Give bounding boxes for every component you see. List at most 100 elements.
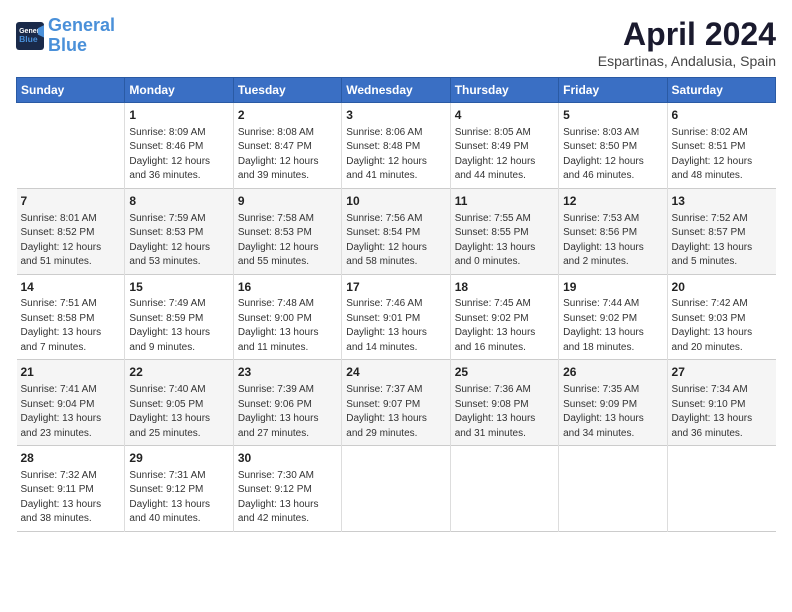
svg-text:Blue: Blue [19,34,38,44]
day-number: 27 [672,364,772,381]
day-content: Sunrise: 7:51 AM Sunset: 8:58 PM Dayligh… [21,297,121,355]
calendar-cell: 19Sunrise: 7:44 AM Sunset: 9:02 PM Dayli… [559,274,667,360]
logo: General Blue General Blue [16,16,115,56]
calendar-cell: 30 Sunrise: 7:30 AM Sunset: 9:12 PM Dayli… [233,446,341,532]
day-content: Sunrise: 7:52 AM Sunset: 8:57 PM Dayligh… [672,212,772,270]
day-number: 7 [21,193,121,210]
logo-icon: General Blue [16,22,44,50]
day-number: 24 [346,364,445,381]
day-number: 10 [346,193,445,210]
week-row-2: 7 Sunrise: 8:01 AM Sunset: 8:52 PM Daylig… [17,188,776,274]
day-number: 20 [672,279,772,296]
calendar-cell: 28 Sunrise: 7:32 AM Sunset: 9:11 PM Dayli… [17,446,125,532]
day-content: Sunrise: 7:36 AM Sunset: 9:08 PM Dayligh… [455,383,554,441]
day-number: 12 [563,193,662,210]
title-block: April 2024 Espartinas, Andalusia, Spain [598,16,776,69]
main-title: April 2024 [598,16,776,53]
day-content: Sunrise: 8:05 AM Sunset: 8:49 PM Dayligh… [455,126,554,184]
day-content: Sunrise: 7:42 AM Sunset: 9:03 PM Dayligh… [672,297,772,355]
day-content: Sunrise: 7:56 AM Sunset: 8:54 PM Dayligh… [346,212,445,270]
day-number: 3 [346,107,445,124]
header-row: SundayMondayTuesdayWednesdayThursdayFrid… [17,78,776,103]
day-content: Sunrise: 7:40 AM Sunset: 9:05 PM Dayligh… [129,383,228,441]
calendar-cell: 4 Sunrise: 8:05 AM Sunset: 8:49 PM Daylig… [450,103,558,189]
day-content: Sunrise: 7:39 AM Sunset: 9:06 PM Dayligh… [238,383,337,441]
calendar-cell: 1 Sunrise: 8:09 AM Sunset: 8:46 PM Daylig… [125,103,233,189]
day-number: 29 [129,450,228,467]
calendar-cell [559,446,667,532]
day-number: 8 [129,193,228,210]
day-content: Sunrise: 7:58 AM Sunset: 8:53 PM Dayligh… [238,212,337,270]
calendar-cell: 12Sunrise: 7:53 AM Sunset: 8:56 PM Dayli… [559,188,667,274]
header-cell-sunday: Sunday [17,78,125,103]
calendar-cell: 3 Sunrise: 8:06 AM Sunset: 8:48 PM Daylig… [342,103,450,189]
calendar-cell: 25 Sunrise: 7:36 AM Sunset: 9:08 PM Dayli… [450,360,558,446]
day-number: 22 [129,364,228,381]
day-content: Sunrise: 7:35 AM Sunset: 9:09 PM Dayligh… [563,383,662,441]
calendar-cell [450,446,558,532]
day-content: Sunrise: 8:01 AM Sunset: 8:52 PM Dayligh… [21,212,121,270]
day-content: Sunrise: 7:55 AM Sunset: 8:55 PM Dayligh… [455,212,554,270]
day-content: Sunrise: 7:59 AM Sunset: 8:53 PM Dayligh… [129,212,228,270]
header-cell-wednesday: Wednesday [342,78,450,103]
logo-text: General Blue [48,16,115,56]
week-row-5: 28 Sunrise: 7:32 AM Sunset: 9:11 PM Dayli… [17,446,776,532]
day-number: 1 [129,107,228,124]
page-header: General Blue General Blue April 2024 Esp… [16,16,776,69]
calendar-cell: 16Sunrise: 7:48 AM Sunset: 9:00 PM Dayli… [233,274,341,360]
day-content: Sunrise: 8:06 AM Sunset: 8:48 PM Dayligh… [346,126,445,184]
week-row-1: 1 Sunrise: 8:09 AM Sunset: 8:46 PM Daylig… [17,103,776,189]
calendar-cell: 10 Sunrise: 7:56 AM Sunset: 8:54 PM Dayli… [342,188,450,274]
day-number: 4 [455,107,554,124]
day-number: 14 [21,279,121,296]
day-number: 11 [455,193,554,210]
day-content: Sunrise: 7:46 AM Sunset: 9:01 PM Dayligh… [346,297,445,355]
calendar-cell [17,103,125,189]
day-number: 25 [455,364,554,381]
day-number: 28 [21,450,121,467]
day-content: Sunrise: 7:49 AM Sunset: 8:59 PM Dayligh… [129,297,228,355]
calendar-cell: 24 Sunrise: 7:37 AM Sunset: 9:07 PM Dayli… [342,360,450,446]
calendar-cell: 18Sunrise: 7:45 AM Sunset: 9:02 PM Dayli… [450,274,558,360]
calendar-table: SundayMondayTuesdayWednesdayThursdayFrid… [16,77,776,532]
calendar-cell: 22 Sunrise: 7:40 AM Sunset: 9:05 PM Dayli… [125,360,233,446]
day-content: Sunrise: 7:37 AM Sunset: 9:07 PM Dayligh… [346,383,445,441]
calendar-cell: 11 Sunrise: 7:55 AM Sunset: 8:55 PM Dayli… [450,188,558,274]
day-content: Sunrise: 8:08 AM Sunset: 8:47 PM Dayligh… [238,126,337,184]
calendar-cell: 7 Sunrise: 8:01 AM Sunset: 8:52 PM Daylig… [17,188,125,274]
day-number: 16 [238,279,337,296]
header-cell-tuesday: Tuesday [233,78,341,103]
day-content: Sunrise: 7:41 AM Sunset: 9:04 PM Dayligh… [21,383,121,441]
calendar-cell: 21 Sunrise: 7:41 AM Sunset: 9:04 PM Dayli… [17,360,125,446]
calendar-body: 1 Sunrise: 8:09 AM Sunset: 8:46 PM Daylig… [17,103,776,532]
day-number: 21 [21,364,121,381]
day-content: Sunrise: 7:32 AM Sunset: 9:11 PM Dayligh… [21,469,121,527]
calendar-cell: 8 Sunrise: 7:59 AM Sunset: 8:53 PM Daylig… [125,188,233,274]
day-content: Sunrise: 8:03 AM Sunset: 8:50 PM Dayligh… [563,126,662,184]
day-number: 2 [238,107,337,124]
day-content: Sunrise: 8:09 AM Sunset: 8:46 PM Dayligh… [129,126,228,184]
subtitle: Espartinas, Andalusia, Spain [598,53,776,69]
day-number: 19 [563,279,662,296]
calendar-cell [667,446,775,532]
calendar-cell: 6Sunrise: 8:02 AM Sunset: 8:51 PM Daylig… [667,103,775,189]
day-number: 23 [238,364,337,381]
day-number: 17 [346,279,445,296]
day-number: 30 [238,450,337,467]
calendar-header: SundayMondayTuesdayWednesdayThursdayFrid… [17,78,776,103]
calendar-cell: 2 Sunrise: 8:08 AM Sunset: 8:47 PM Daylig… [233,103,341,189]
day-number: 26 [563,364,662,381]
day-number: 15 [129,279,228,296]
day-content: Sunrise: 7:44 AM Sunset: 9:02 PM Dayligh… [563,297,662,355]
calendar-cell: 15Sunrise: 7:49 AM Sunset: 8:59 PM Dayli… [125,274,233,360]
calendar-cell: 29Sunrise: 7:31 AM Sunset: 9:12 PM Dayli… [125,446,233,532]
day-number: 13 [672,193,772,210]
calendar-cell: 17Sunrise: 7:46 AM Sunset: 9:01 PM Dayli… [342,274,450,360]
week-row-4: 21 Sunrise: 7:41 AM Sunset: 9:04 PM Dayli… [17,360,776,446]
day-content: Sunrise: 7:30 AM Sunset: 9:12 PM Dayligh… [238,469,337,527]
calendar-cell: 23 Sunrise: 7:39 AM Sunset: 9:06 PM Dayli… [233,360,341,446]
header-cell-friday: Friday [559,78,667,103]
calendar-cell: 27Sunrise: 7:34 AM Sunset: 9:10 PM Dayli… [667,360,775,446]
calendar-cell: 5Sunrise: 8:03 AM Sunset: 8:50 PM Daylig… [559,103,667,189]
calendar-cell: 14Sunrise: 7:51 AM Sunset: 8:58 PM Dayli… [17,274,125,360]
